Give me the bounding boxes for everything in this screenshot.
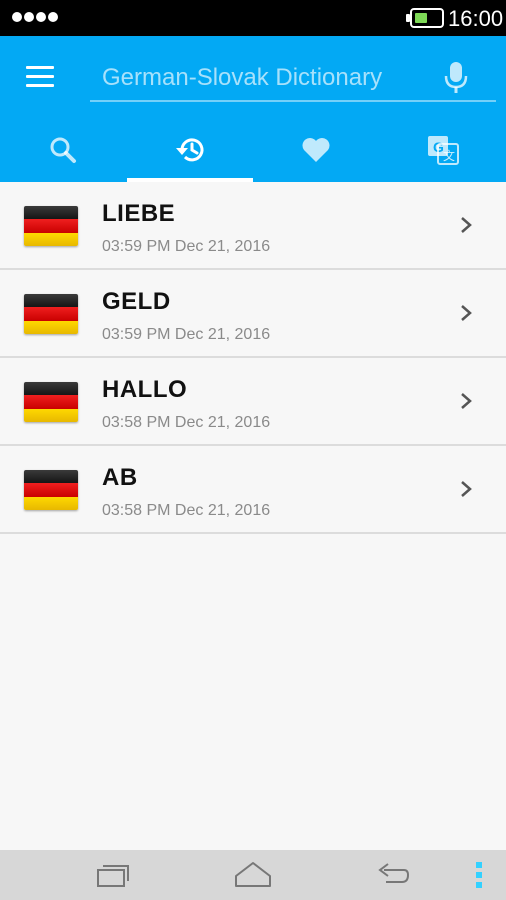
tab-history[interactable]	[126, 118, 254, 182]
tab-bar: G 文	[0, 118, 506, 182]
entry-timestamp: 03:58 PM Dec 21, 2016	[102, 414, 271, 431]
entry-word: GELD	[102, 288, 171, 315]
search-bar	[90, 56, 496, 102]
entry-word: AB	[102, 464, 138, 491]
tab-translate[interactable]: G 文	[380, 118, 506, 182]
status-time: 16:00	[448, 6, 504, 31]
chevron-right-icon	[461, 481, 472, 497]
history-list: LIEBE 03:59 PM Dec 21, 2016 GELD 03:59 P…	[0, 182, 506, 534]
home-icon[interactable]	[234, 860, 272, 890]
germany-flag-icon	[24, 382, 78, 422]
tab-favorites[interactable]	[253, 118, 380, 182]
entry-word: LIEBE	[102, 200, 176, 227]
entry-timestamp: 03:59 PM Dec 21, 2016	[102, 326, 271, 343]
search-icon	[50, 137, 77, 163]
germany-flag-icon	[24, 206, 78, 246]
history-icon	[175, 138, 204, 162]
entry-word: HALLO	[102, 376, 188, 403]
signal-strength-icon	[12, 12, 58, 22]
system-navigation-bar	[0, 850, 506, 900]
svg-text:文: 文	[443, 148, 455, 163]
chevron-right-icon	[461, 393, 472, 409]
entry-timestamp: 03:58 PM Dec 21, 2016	[102, 502, 271, 519]
chevron-right-icon	[461, 217, 472, 233]
germany-flag-icon	[24, 294, 78, 334]
app-screen: 16:00 German-Slovak Dictionary G 文 LIEBE…	[0, 0, 506, 900]
microphone-icon[interactable]	[442, 60, 470, 94]
back-icon[interactable]	[376, 860, 410, 890]
list-item[interactable]: GELD 03:59 PM Dec 21, 2016	[0, 270, 506, 358]
translate-icon: G 文	[427, 136, 459, 165]
battery-icon	[406, 8, 444, 28]
status-bar: 16:00	[0, 0, 506, 36]
list-item[interactable]: AB 03:58 PM Dec 21, 2016	[0, 446, 506, 534]
overflow-menu-icon[interactable]	[474, 862, 484, 888]
tab-search[interactable]	[0, 118, 127, 182]
list-item[interactable]: LIEBE 03:59 PM Dec 21, 2016	[0, 182, 506, 270]
chevron-right-icon	[461, 305, 472, 321]
search-input[interactable]	[102, 62, 422, 94]
heart-icon	[302, 138, 330, 162]
hamburger-menu-icon[interactable]	[26, 66, 54, 88]
app-bar: G 文	[0, 36, 506, 182]
recent-apps-icon[interactable]	[96, 860, 130, 890]
germany-flag-icon	[24, 470, 78, 510]
entry-timestamp: 03:59 PM Dec 21, 2016	[102, 238, 271, 255]
list-item[interactable]: HALLO 03:58 PM Dec 21, 2016	[0, 358, 506, 446]
